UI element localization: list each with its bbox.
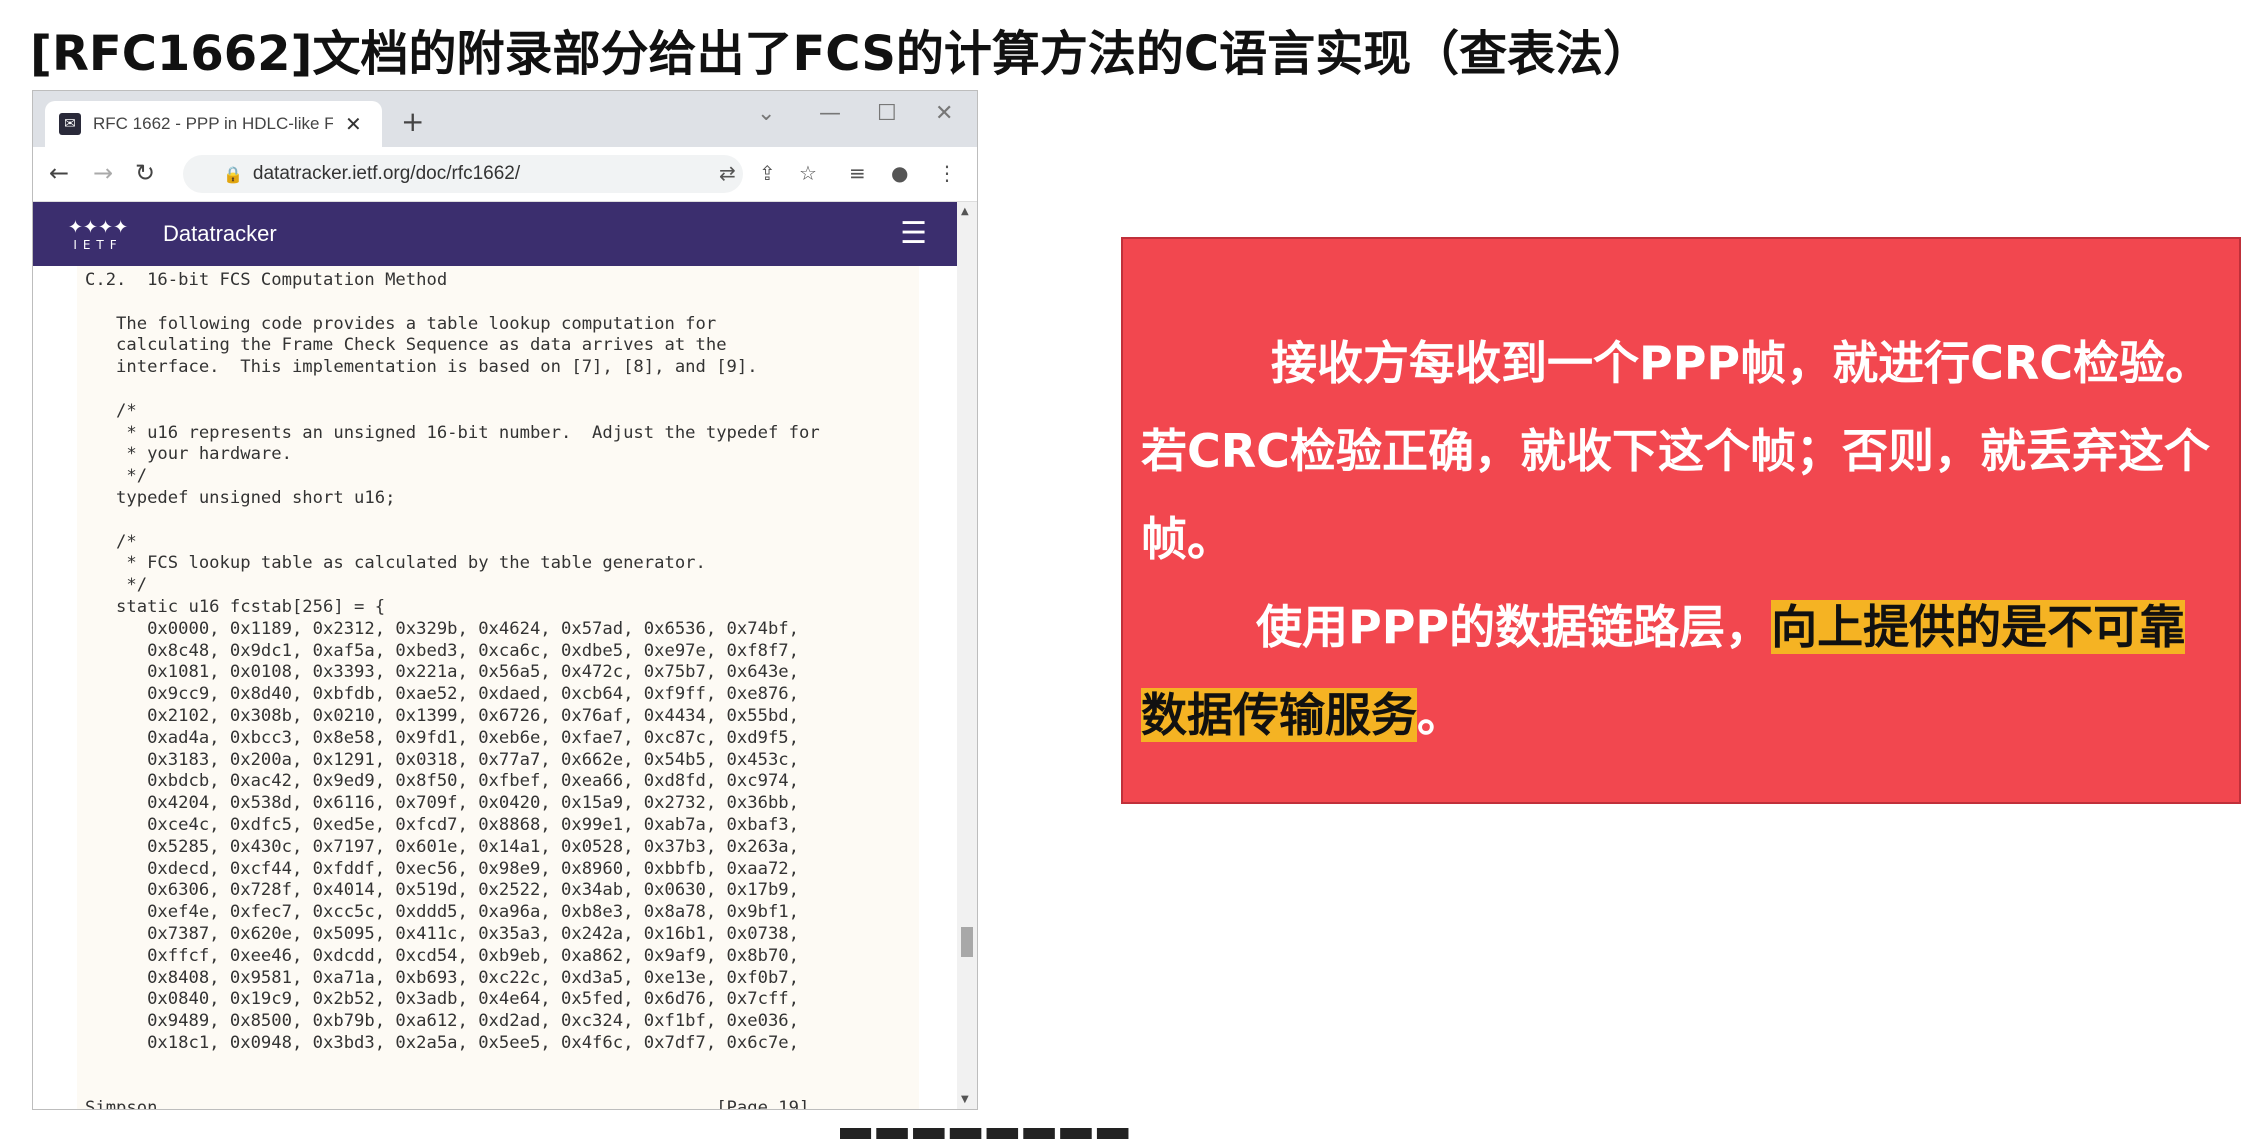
profile-icon[interactable]: ●: [891, 161, 908, 185]
ietf-logo-text: IETF: [73, 237, 123, 252]
tab-title: RFC 1662 - PPP in HDLC-like F: [93, 114, 333, 133]
tab-search-icon[interactable]: ⌄: [757, 101, 775, 126]
scroll-down-icon[interactable]: ▼: [961, 1094, 969, 1105]
datatracker-header: ✦✦✦✦ IETF Datatracker ☰: [33, 202, 957, 266]
reload-icon[interactable]: ↻: [135, 159, 155, 187]
address-bar[interactable]: 🔒 datatracker.ietf.org/doc/rfc1662/: [183, 155, 743, 193]
reading-list-icon[interactable]: ≡: [849, 161, 866, 185]
forward-arrow-icon[interactable]: →: [93, 159, 113, 187]
kebab-menu-icon[interactable]: ⋮: [937, 161, 957, 185]
ietf-logo[interactable]: ✦✦✦✦ IETF: [53, 217, 143, 252]
note-p2-end: 。: [1417, 688, 1463, 742]
maximize-icon[interactable]: ☐: [877, 101, 897, 126]
browser-tab[interactable]: ✉ RFC 1662 - PPP in HDLC-like F ✕: [45, 101, 382, 147]
browser-toolbar: ← → ↻ 🔒 datatracker.ietf.org/doc/rfc1662…: [33, 147, 977, 202]
site-name[interactable]: Datatracker: [163, 221, 277, 247]
lock-icon[interactable]: 🔒: [223, 165, 243, 184]
tab-bar: ✉ RFC 1662 - PPP in HDLC-like F ✕ + ⌄ — …: [33, 91, 977, 147]
browser-window: ✉ RFC 1662 - PPP in HDLC-like F ✕ + ⌄ — …: [32, 90, 978, 1110]
hamburger-menu-icon[interactable]: ☰: [900, 216, 927, 251]
star-icon[interactable]: ☆: [799, 161, 817, 185]
cropped-bottom-text: ▇▇▇▇▇▇▇▇: [840, 1128, 1300, 1139]
minimize-icon[interactable]: —: [819, 101, 841, 126]
document-view: C.2. 16-bit FCS Computation Method The f…: [33, 266, 957, 1109]
share-icon[interactable]: ⇪: [759, 161, 776, 185]
url-text: datatracker.ietf.org/doc/rfc1662/: [252, 163, 521, 184]
scroll-up-icon[interactable]: ▲: [961, 206, 969, 217]
scroll-thumb[interactable]: [961, 927, 973, 957]
rfc-code-text: C.2. 16-bit FCS Computation Method The f…: [85, 270, 820, 1110]
translate-icon[interactable]: ⇄: [719, 161, 736, 185]
slide-title: [RFC1662]文档的附录部分给出了FCS的计算方法的C语言实现（查表法）: [30, 26, 1652, 82]
note-paragraph-1: 接收方每收到一个PPP帧，就进行CRC检验。若CRC检验正确，就收下这个帧；否则…: [1141, 336, 2212, 566]
new-tab-button[interactable]: +: [401, 105, 424, 138]
scrollbar[interactable]: ▲ ▼: [957, 202, 977, 1109]
ietf-favicon-icon: ✉: [59, 113, 81, 135]
note-paragraph-2: 使用PPP的数据链路层，向上提供的是不可靠数据传输服务。: [1141, 583, 2231, 759]
cropped-text: ▇▇▇▇▇▇▇▇: [840, 1128, 1300, 1139]
close-window-icon[interactable]: ✕: [935, 101, 953, 126]
back-arrow-icon[interactable]: ←: [49, 159, 69, 187]
note-p2-normal: 使用PPP的数据链路层，: [1256, 600, 1772, 654]
note-panel: 接收方每收到一个PPP帧，就进行CRC检验。若CRC检验正确，就收下这个帧；否则…: [1121, 237, 2241, 804]
note-text: 接收方每收到一个PPP帧，就进行CRC检验。若CRC检验正确，就收下这个帧；否则…: [1141, 319, 2231, 759]
close-tab-icon[interactable]: ✕: [345, 112, 362, 136]
